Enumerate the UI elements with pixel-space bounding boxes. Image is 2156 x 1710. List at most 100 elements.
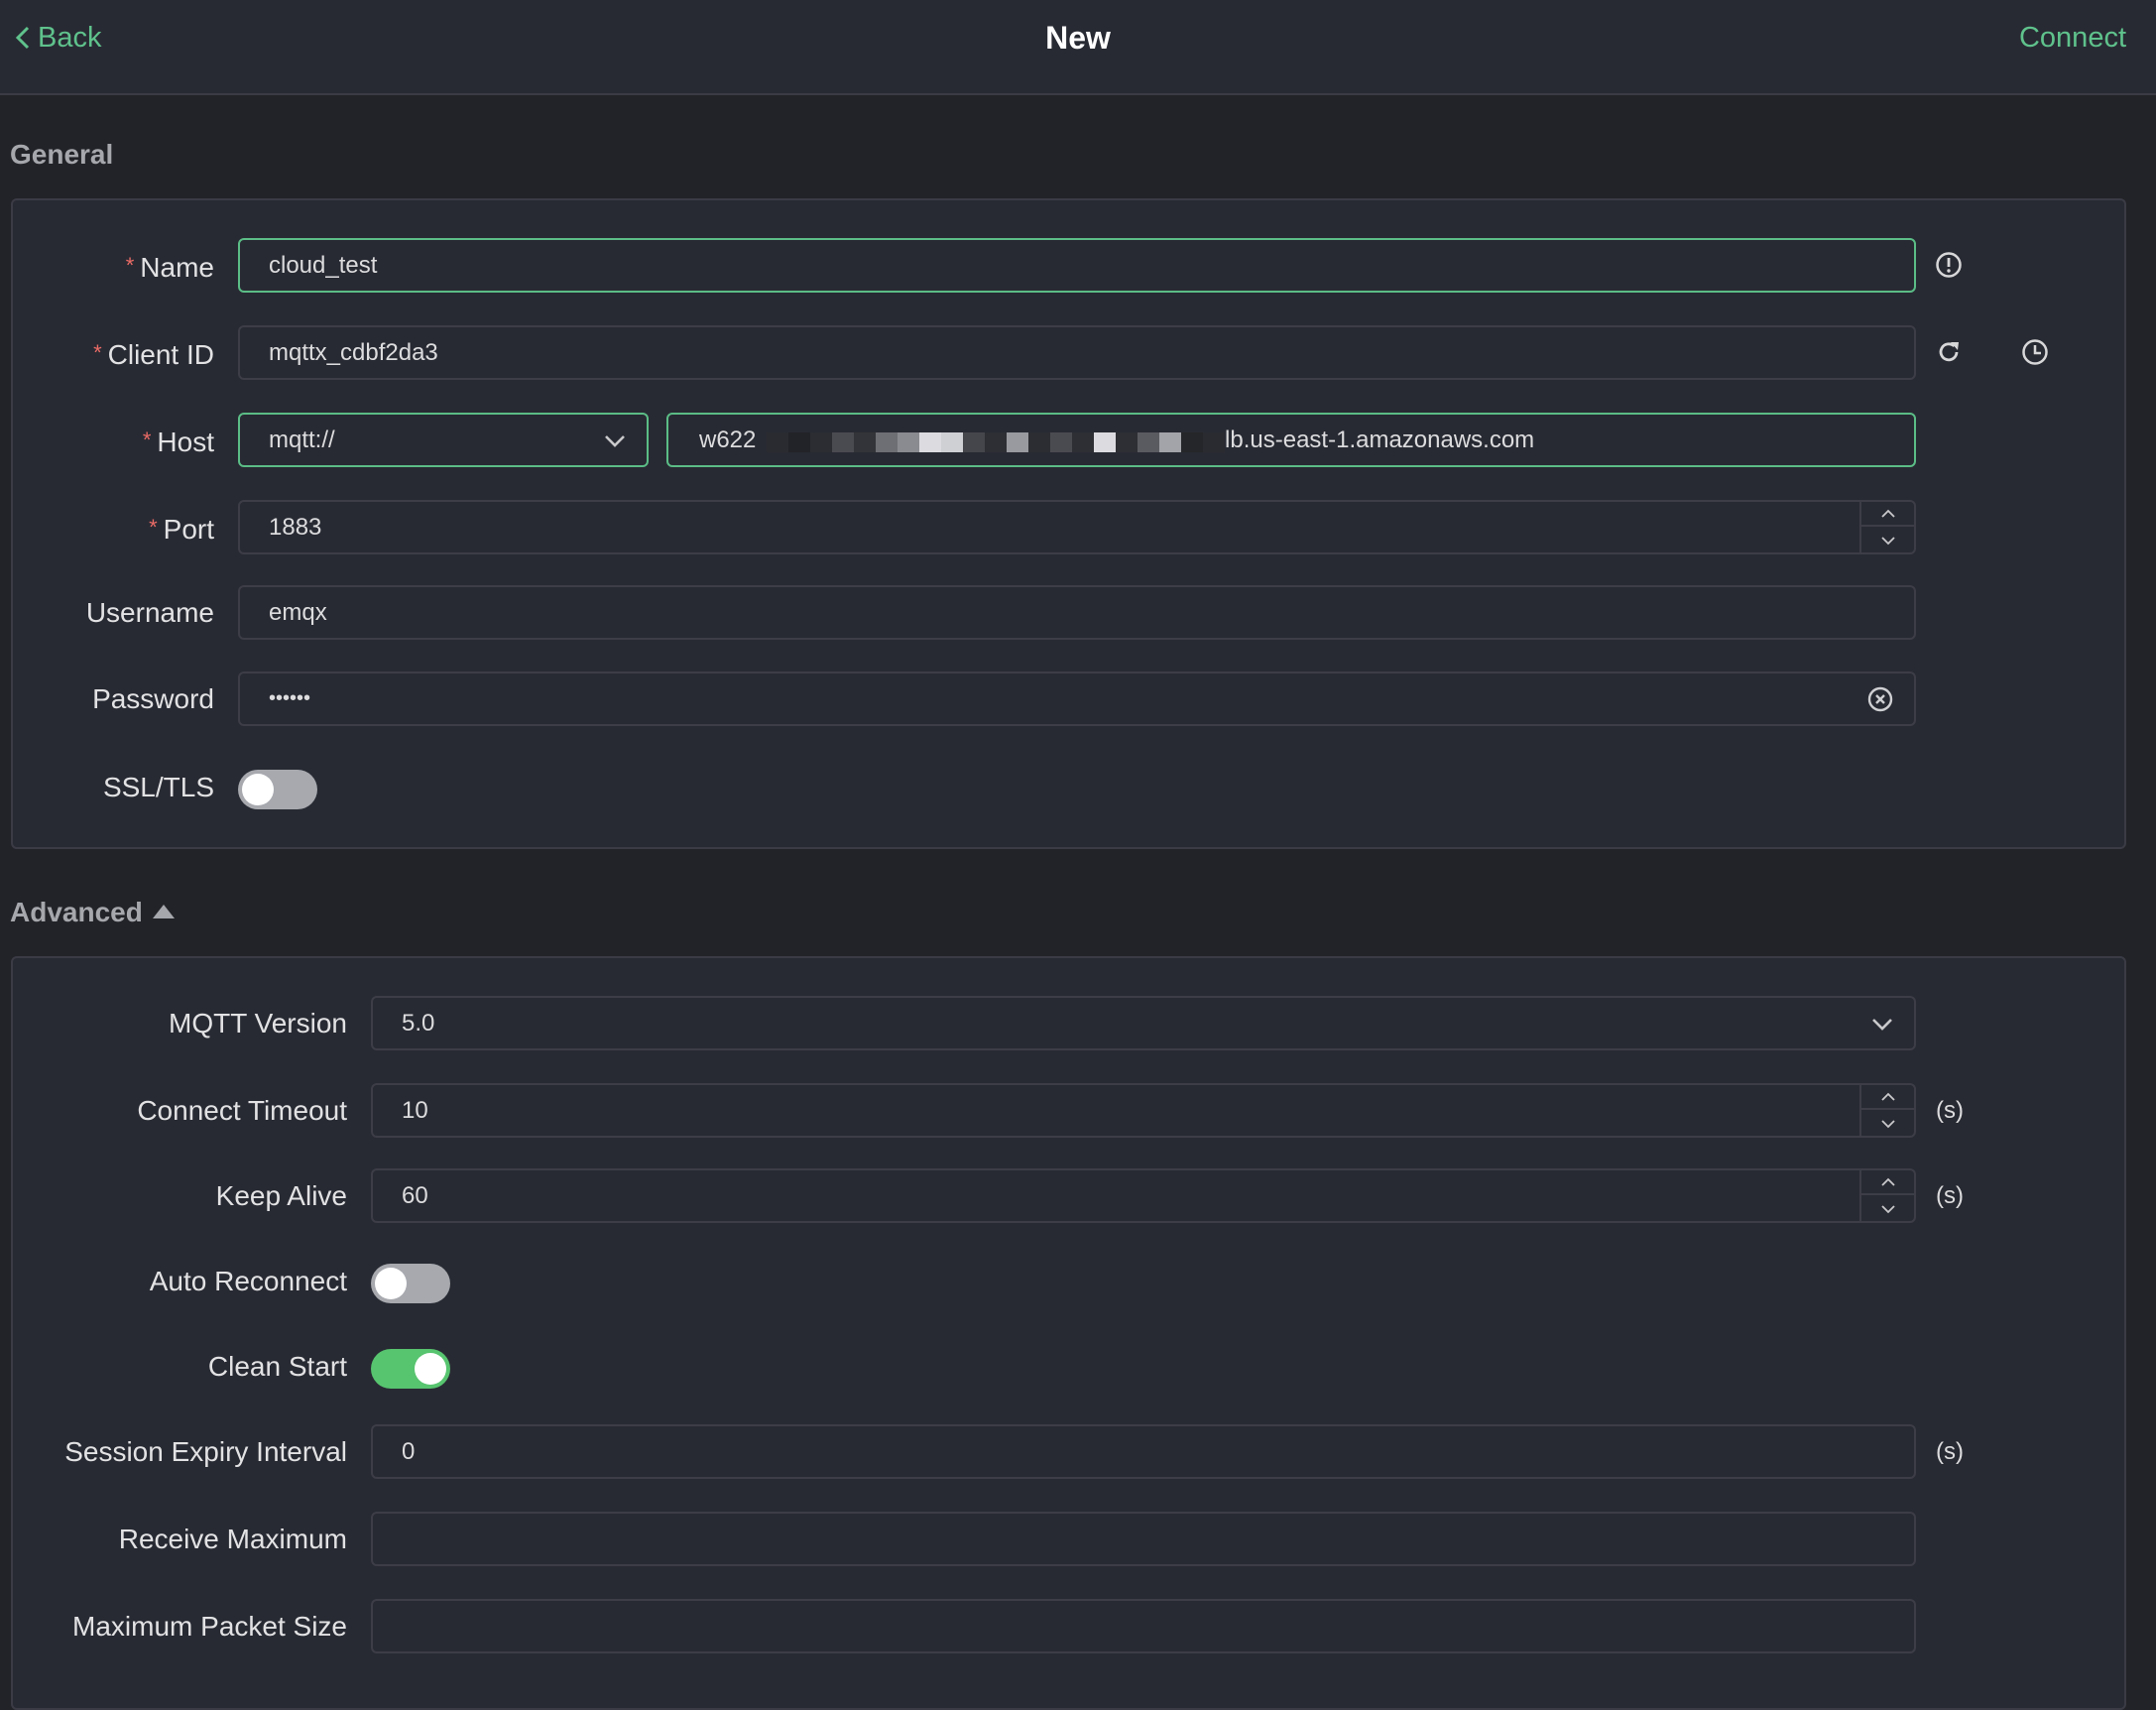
toggle-knob — [415, 1353, 446, 1385]
username-input[interactable]: emqx — [238, 585, 1916, 640]
decrement-button[interactable] — [1861, 1196, 1914, 1221]
session-expiry-row: Session Expiry Interval 0 (s) — [13, 1424, 2124, 1479]
chevron-up-icon — [1880, 509, 1895, 518]
connect-timeout-label: Connect Timeout — [137, 1095, 347, 1126]
mqtt-version-label: MQTT Version — [169, 1008, 347, 1038]
connect-timeout-row: Connect Timeout 10 (s) — [13, 1083, 2124, 1138]
info-circle-icon[interactable] — [1934, 250, 1964, 280]
toggle-knob — [242, 774, 274, 805]
receive-maximum-row: Receive Maximum — [13, 1512, 2124, 1566]
advanced-section-toggle[interactable]: Advanced — [10, 897, 175, 928]
decrement-button[interactable] — [1861, 528, 1914, 552]
auto-reconnect-label: Auto Reconnect — [149, 1266, 347, 1296]
redacted-host-segment — [767, 416, 1226, 465]
keep-alive-input[interactable]: 60 — [371, 1168, 1916, 1223]
seconds-unit: (s) — [1936, 1097, 1964, 1124]
chevron-down-icon — [1872, 1019, 1892, 1031]
port-stepper[interactable] — [1859, 502, 1914, 552]
port-value: 1883 — [269, 514, 322, 541]
mqtt-version-row: MQTT Version 5.0 — [13, 996, 2124, 1050]
password-label: Password — [92, 683, 214, 714]
chevron-down-icon — [605, 435, 625, 447]
password-input[interactable]: •••••• — [238, 672, 1916, 726]
username-label: Username — [85, 597, 214, 628]
host-label-text: Host — [157, 427, 214, 457]
clean-start-label: Clean Start — [207, 1351, 347, 1382]
increment-button[interactable] — [1861, 1170, 1914, 1195]
required-marker: * — [93, 340, 102, 365]
host-row: * Host mqtt:// w622 lb.us-east-1.amazonaw… — [13, 413, 2124, 467]
clock-history-icon[interactable] — [2020, 337, 2050, 367]
name-row: * Name cloud_test — [13, 238, 2124, 293]
required-marker: * — [142, 428, 152, 452]
client-id-label-text: Client ID — [107, 339, 214, 370]
refresh-icon[interactable] — [1934, 337, 1964, 367]
general-section-title: General — [10, 139, 113, 171]
seconds-unit: (s) — [1936, 1438, 1964, 1465]
max-packet-size-row: Maximum Packet Size — [13, 1599, 2124, 1653]
connect-button[interactable]: Connect — [2019, 18, 2126, 58]
max-packet-size-label: Maximum Packet Size — [72, 1611, 347, 1642]
mqtt-version-select[interactable]: 5.0 — [371, 996, 1916, 1050]
name-input[interactable]: cloud_test — [238, 238, 1916, 293]
host-value-suffix: lb.us-east-1.amazonaws.com — [1225, 427, 1535, 453]
session-expiry-label: Session Expiry Interval — [64, 1436, 347, 1467]
protocol-value: mqtt:// — [269, 427, 335, 453]
port-input[interactable]: 1883 — [238, 500, 1916, 554]
ssl-tls-label: SSL/TLS — [102, 772, 214, 802]
top-bar: Back New Connect — [0, 0, 2156, 95]
keep-alive-stepper[interactable] — [1859, 1170, 1914, 1221]
ssl-tls-toggle[interactable] — [238, 770, 317, 809]
name-label-text: Name — [140, 252, 214, 283]
general-card: * Name cloud_test * Client ID mqttx_cdbf2d… — [11, 198, 2126, 849]
name-label: * Name — [13, 238, 214, 293]
username-row: Username emqx — [13, 585, 2124, 640]
port-label-text: Port — [163, 514, 214, 545]
auto-reconnect-row: Auto Reconnect — [13, 1254, 2124, 1308]
host-label: * Host — [13, 413, 214, 467]
port-label: * Port — [13, 500, 214, 554]
port-row: * Port 1883 — [13, 500, 2124, 554]
chevron-up-icon — [1880, 1177, 1895, 1186]
password-value: •••••• — [269, 687, 311, 709]
protocol-select[interactable]: mqtt:// — [238, 413, 649, 467]
increment-button[interactable] — [1861, 502, 1914, 527]
clean-start-row: Clean Start — [13, 1339, 2124, 1394]
chevron-down-icon — [1880, 1119, 1895, 1128]
password-row: Password •••••• — [13, 672, 2124, 726]
session-expiry-input[interactable]: 0 — [371, 1424, 1916, 1479]
receive-maximum-input[interactable] — [371, 1512, 1916, 1566]
client-id-row: * Client ID mqttx_cdbf2da3 — [13, 325, 2124, 380]
toggle-knob — [375, 1268, 407, 1299]
connect-timeout-input[interactable]: 10 — [371, 1083, 1916, 1138]
connect-timeout-stepper[interactable] — [1859, 1085, 1914, 1136]
client-id-input[interactable]: mqttx_cdbf2da3 — [238, 325, 1916, 380]
advanced-section-label: Advanced — [10, 897, 143, 927]
client-id-label: * Client ID — [13, 325, 214, 380]
keep-alive-value: 60 — [402, 1182, 428, 1209]
increment-button[interactable] — [1861, 1085, 1914, 1110]
host-input[interactable]: w622 lb.us-east-1.amazonaws.com — [666, 413, 1916, 467]
auto-reconnect-toggle[interactable] — [371, 1264, 450, 1303]
connect-timeout-value: 10 — [402, 1097, 428, 1124]
chevron-down-icon — [1880, 1204, 1895, 1213]
chevron-down-icon — [1880, 536, 1895, 545]
page-title: New — [1045, 20, 1111, 56]
mqtt-version-value: 5.0 — [402, 1010, 435, 1037]
required-marker: * — [149, 515, 158, 540]
advanced-card: MQTT Version 5.0 Connect Timeout 10 (s) … — [11, 956, 2126, 1710]
keep-alive-row: Keep Alive 60 (s) — [13, 1168, 2124, 1223]
keep-alive-label: Keep Alive — [215, 1180, 347, 1211]
chevron-up-icon — [1880, 1092, 1895, 1101]
caret-up-icon — [152, 905, 175, 918]
general-section-label: General — [10, 139, 114, 170]
required-marker: * — [125, 253, 135, 278]
seconds-unit: (s) — [1936, 1182, 1964, 1209]
receive-maximum-label: Receive Maximum — [118, 1524, 347, 1554]
ssl-tls-row: SSL/TLS — [13, 760, 2124, 814]
clear-circle-icon[interactable] — [1866, 685, 1894, 713]
decrement-button[interactable] — [1861, 1111, 1914, 1136]
clean-start-toggle[interactable] — [371, 1349, 450, 1389]
max-packet-size-input[interactable] — [371, 1599, 1916, 1653]
host-value-prefix: w622 — [699, 427, 757, 453]
